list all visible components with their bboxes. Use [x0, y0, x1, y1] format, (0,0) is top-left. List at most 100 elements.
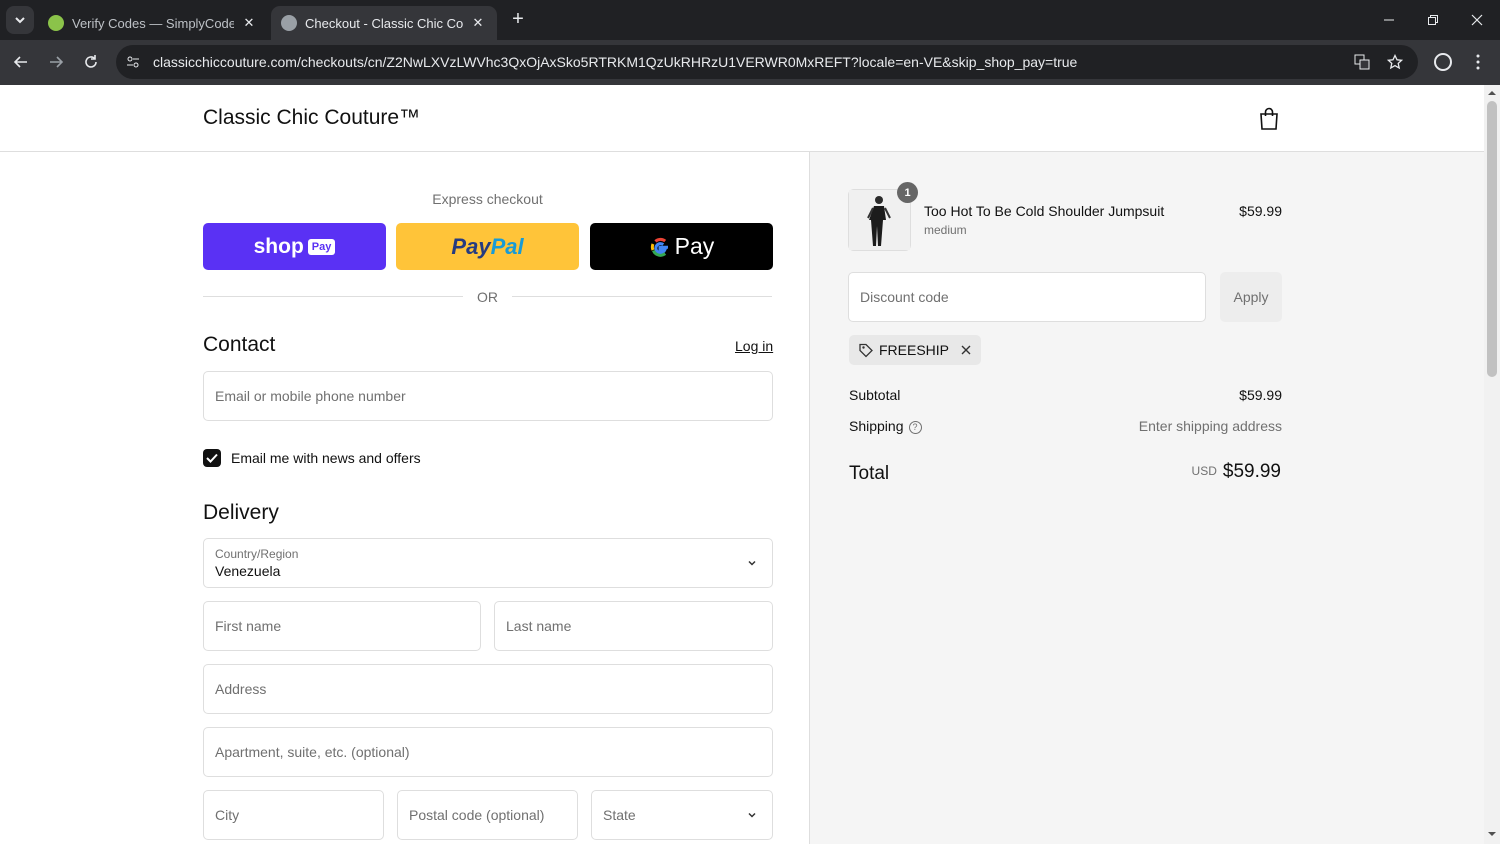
new-tab-icon[interactable]: + [506, 8, 530, 32]
brand-logo[interactable]: Classic Chic Couture™ [203, 106, 420, 130]
forward-arrow-icon[interactable] [44, 50, 68, 74]
apartment-field[interactable]: Apartment, suite, etc. (optional) [203, 727, 773, 777]
checkout-page: Classic Chic Couture™ Express checkout s… [0, 85, 1484, 844]
login-link[interactable]: Log in [735, 338, 773, 354]
bookmark-star-icon[interactable] [1386, 53, 1404, 71]
product-thumbnail: 1 [848, 182, 918, 251]
close-tab-icon[interactable]: ✕ [240, 15, 258, 31]
profile-icon[interactable] [1431, 50, 1455, 74]
chevron-down-icon [748, 812, 756, 818]
shipping-value: Enter shipping address [1138, 418, 1282, 434]
first-name-field[interactable]: First name [203, 601, 481, 651]
product-price: $59.99 [1239, 203, 1282, 219]
order-summary: 1 Too Hot To Be Cold Shoulder Jumpsuit m… [809, 152, 1484, 844]
tag-icon [859, 343, 873, 358]
tab-title: Verify Codes — SimplyCodes [72, 15, 234, 31]
country-value: Venezuela [215, 563, 281, 579]
applied-discount-tag: FREESHIP [849, 335, 982, 365]
site-header: Classic Chic Couture™ [0, 85, 1484, 152]
browser-toolbar: classicchiccouture.com/checkouts/cn/Z2Nw… [0, 40, 1500, 85]
chevron-down-icon [15, 17, 25, 24]
shopping-bag-icon[interactable] [1258, 107, 1280, 131]
delivery-heading: Delivery [203, 501, 279, 524]
close-tab-icon[interactable]: ✕ [469, 15, 487, 31]
shop-pay-button[interactable]: shop Pay [203, 223, 386, 270]
tab-simplycodes[interactable]: Verify Codes — SimplyCodes ✕ [38, 6, 268, 40]
browser-chrome: Verify Codes — SimplyCodes ✕ Checkout - … [0, 0, 1500, 85]
reload-icon[interactable] [79, 50, 103, 74]
google-pay-button[interactable]: Pay [590, 223, 773, 270]
google-g-icon [650, 237, 668, 257]
tab-search-button[interactable] [6, 6, 34, 34]
city-placeholder: City [215, 807, 240, 823]
shipping-label: Shipping [849, 418, 904, 434]
discount-code-field[interactable]: Discount code [848, 272, 1206, 322]
currency-code: USD [1191, 464, 1217, 478]
last-name-placeholder: Last name [506, 618, 572, 634]
contact-heading: Contact [203, 333, 276, 356]
state-placeholder: State [603, 807, 636, 823]
newsletter-checkbox[interactable] [203, 449, 221, 467]
or-text: OR [477, 289, 498, 305]
postal-placeholder: Postal code (optional) [409, 807, 545, 823]
chevron-down-icon [748, 560, 756, 566]
subtotal-value: $59.99 [1239, 387, 1282, 403]
subtotal-row: Subtotal $59.99 [849, 387, 1282, 403]
product-name: Too Hot To Be Cold Shoulder Jumpsuit [924, 203, 1165, 219]
shipping-row: Shipping? Enter shipping address [849, 418, 1282, 434]
tab-checkout[interactable]: Checkout - Classic Chic Couture ✕ [271, 6, 497, 40]
back-arrow-icon[interactable] [9, 50, 33, 74]
subtotal-label: Subtotal [849, 387, 901, 403]
scroll-up-arrow-icon[interactable] [1484, 87, 1500, 99]
apartment-placeholder: Apartment, suite, etc. (optional) [215, 744, 410, 760]
apply-button[interactable]: Apply [1220, 272, 1282, 322]
newsletter-label[interactable]: Email me with news and offers [231, 450, 421, 466]
gpay-label: Pay [674, 233, 715, 259]
menu-dots-icon[interactable] [1466, 50, 1490, 74]
email-field[interactable]: Email or mobile phone number [203, 371, 773, 421]
city-field[interactable]: City [203, 790, 384, 840]
product-variant: medium [924, 223, 967, 237]
remove-discount-icon[interactable] [960, 344, 972, 356]
country-select[interactable]: Country/Region Venezuela [203, 538, 773, 588]
help-circle-icon[interactable]: ? [908, 421, 922, 434]
globe-favicon-icon [281, 15, 297, 31]
paypal-wordmark-pay: Pay [451, 233, 491, 259]
translate-icon[interactable] [1353, 53, 1371, 71]
discount-placeholder: Discount code [860, 289, 949, 305]
paypal-wordmark-pal: Pal [490, 233, 524, 259]
simplycodes-favicon-icon [48, 15, 64, 31]
total-amount: USD $59.99 [1192, 461, 1281, 483]
url-text[interactable]: classicchiccouture.com/checkouts/cn/Z2Nw… [153, 54, 1077, 70]
minimize-icon[interactable] [1366, 0, 1412, 40]
shop-pay-wordmark: shop [253, 234, 304, 258]
email-placeholder: Email or mobile phone number [215, 388, 406, 404]
scroll-down-arrow-icon[interactable] [1484, 828, 1500, 840]
address-field[interactable]: Address [203, 664, 773, 714]
scrollbar-thumb[interactable] [1487, 101, 1497, 377]
paypal-button[interactable]: PayPal [396, 223, 579, 270]
first-name-placeholder: First name [215, 618, 282, 634]
address-placeholder: Address [215, 681, 267, 697]
quantity-badge: 1 [897, 182, 918, 203]
address-bar[interactable]: classicchiccouture.com/checkouts/cn/Z2Nw… [116, 45, 1418, 79]
postal-code-field[interactable]: Postal code (optional) [397, 790, 578, 840]
discount-code-text: FREESHIP [879, 342, 950, 358]
state-select[interactable]: State [591, 790, 773, 840]
shop-pay-pill: Pay [307, 238, 336, 255]
country-label: Country/Region [215, 547, 299, 561]
checkmark-icon [206, 453, 218, 463]
express-checkout-title: Express checkout [432, 191, 543, 207]
restore-icon[interactable] [1410, 0, 1456, 40]
checkout-form: Express checkout shop Pay PayPal Pay OR … [0, 152, 810, 844]
site-info-icon[interactable] [124, 53, 142, 71]
page-scrollbar[interactable] [1484, 85, 1500, 844]
total-value: $59.99 [1222, 461, 1281, 482]
close-window-icon[interactable] [1454, 0, 1500, 40]
tab-title: Checkout - Classic Chic Couture [305, 15, 463, 31]
tab-strip: Verify Codes — SimplyCodes ✕ Checkout - … [0, 0, 1500, 40]
total-label: Total [849, 463, 890, 484]
or-divider: OR [203, 288, 772, 306]
last-name-field[interactable]: Last name [494, 601, 773, 651]
paypal-wordmark: PayPal [451, 234, 523, 260]
